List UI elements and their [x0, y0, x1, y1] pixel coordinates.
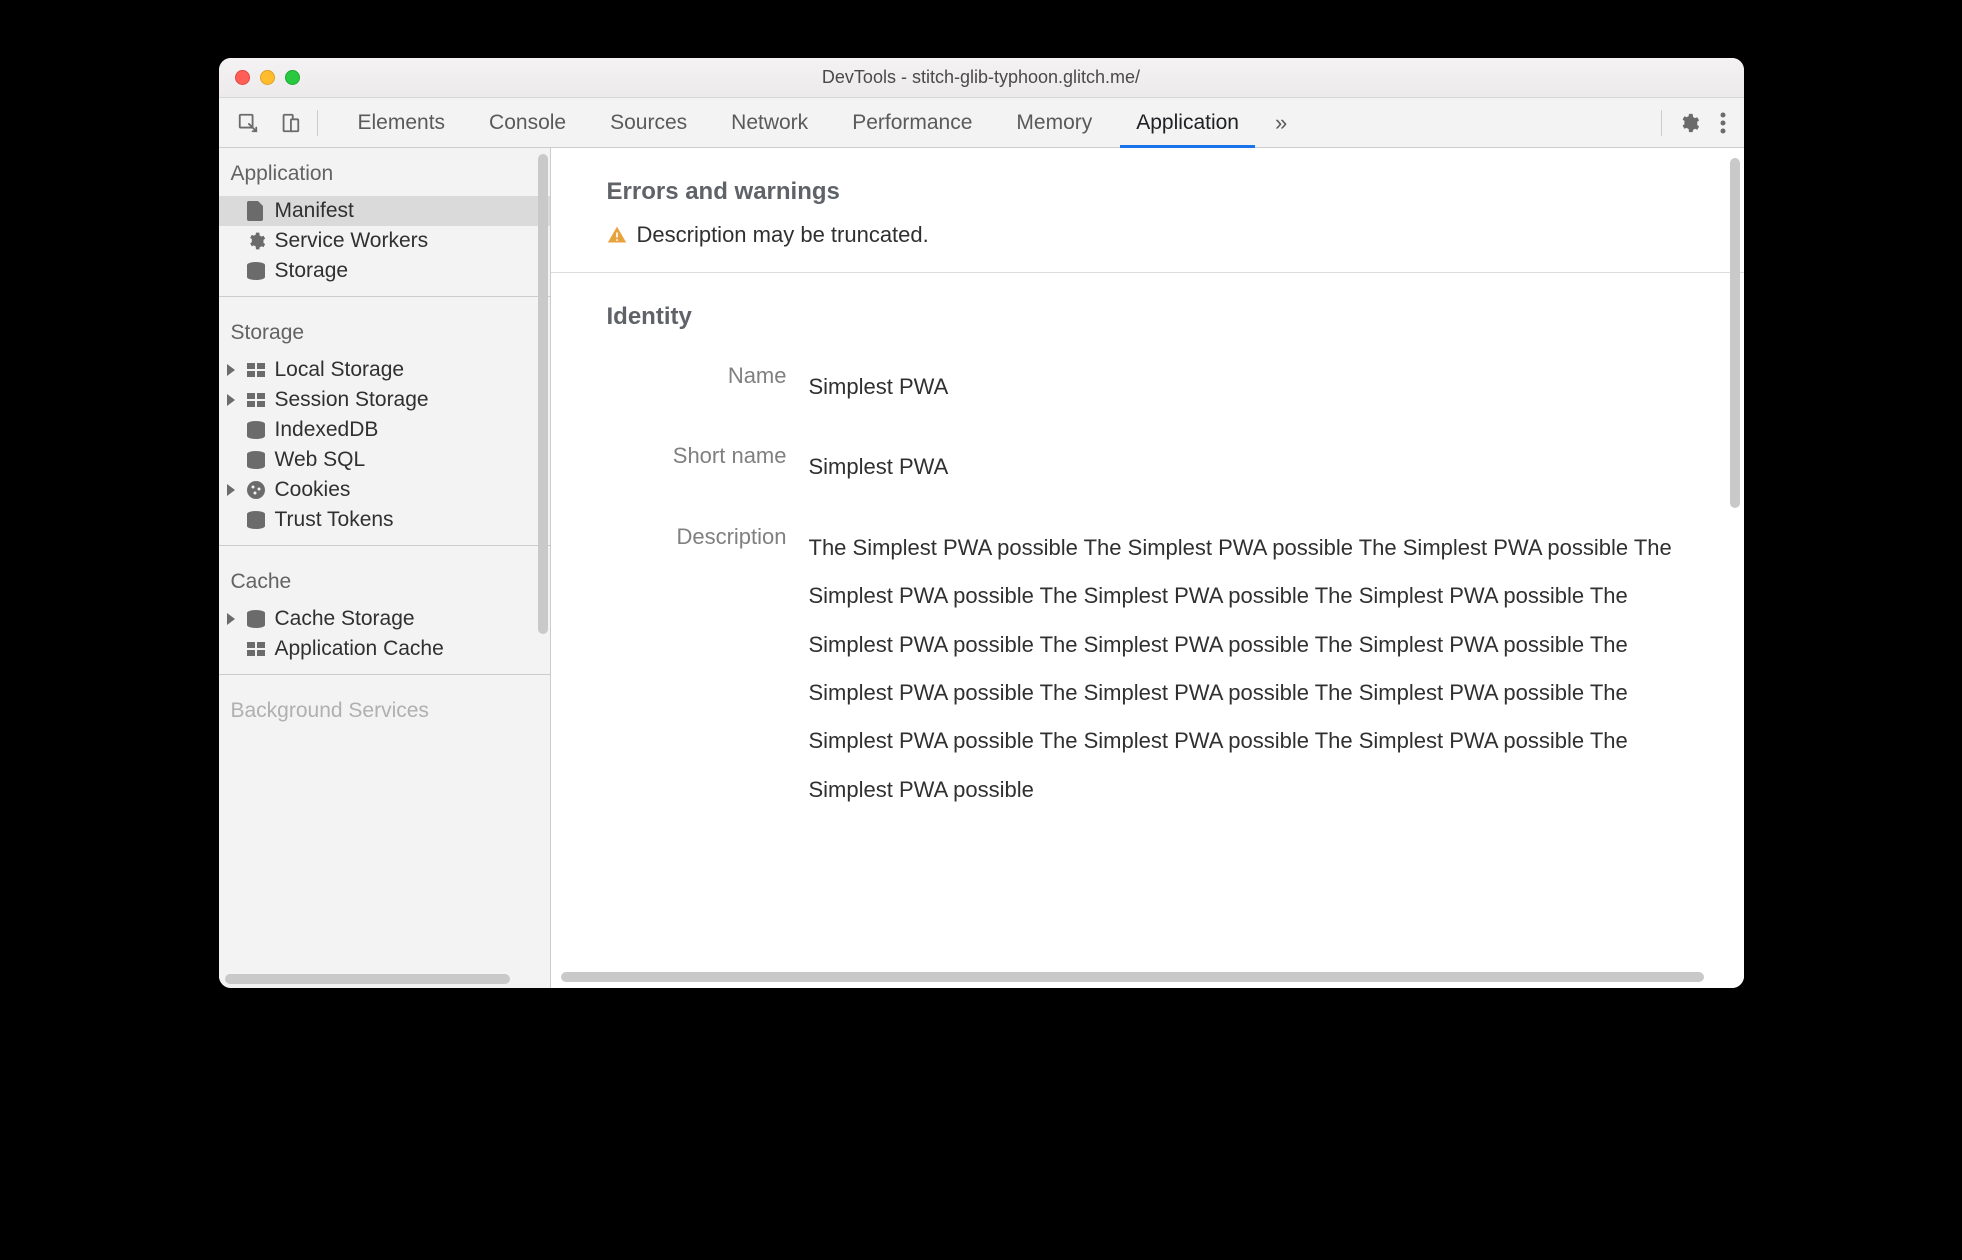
- sidebar-item-label: Session Storage: [275, 388, 429, 412]
- tab-application[interactable]: Application: [1114, 98, 1261, 147]
- sidebar-item-label: Storage: [275, 259, 349, 283]
- db-icon: [245, 260, 267, 282]
- expand-icon[interactable]: [227, 364, 235, 376]
- identity-short-name-label: Short name: [607, 443, 787, 491]
- sidebar-divider: [219, 545, 550, 546]
- titlebar: DevTools - stitch-glib-typhoon.glitch.me…: [219, 58, 1744, 98]
- devtools-window: DevTools - stitch-glib-typhoon.glitch.me…: [219, 58, 1744, 988]
- db-icon: [245, 419, 267, 441]
- sidebar-item-label: Application Cache: [275, 637, 444, 661]
- tab-console[interactable]: Console: [467, 98, 588, 147]
- more-tabs-icon[interactable]: »: [1261, 98, 1301, 147]
- zoom-window-button[interactable]: [285, 70, 300, 85]
- tab-performance[interactable]: Performance: [830, 98, 994, 147]
- sidebar-item-label: Local Storage: [275, 358, 405, 382]
- sidebar-item-label: IndexedDB: [275, 418, 379, 442]
- identity-heading: Identity: [607, 273, 1744, 347]
- kebab-menu-icon[interactable]: [1710, 106, 1736, 140]
- sidebar-group-storage: Storage: [219, 307, 550, 355]
- sidebar-h-scrollbar[interactable]: [225, 974, 510, 984]
- traffic-lights: [219, 70, 300, 85]
- gear-icon: [245, 230, 267, 252]
- toolbar-divider: [317, 110, 318, 136]
- identity-description-value: The Simplest PWA possible The Simplest P…: [809, 524, 1744, 814]
- manifest-panel: Errors and warnings Description may be t…: [551, 148, 1744, 988]
- sidebar-item-manifest[interactable]: Manifest: [219, 196, 550, 226]
- main-scrollbar[interactable]: [1730, 158, 1740, 508]
- sidebar-item-application-cache[interactable]: Application Cache: [219, 634, 550, 664]
- sidebar-divider: [219, 296, 550, 297]
- sidebar-divider: [219, 674, 550, 675]
- sidebar-item-trust-tokens[interactable]: Trust Tokens: [219, 505, 550, 535]
- sidebar-group-cache: Cache: [219, 556, 550, 604]
- sidebar-item-label: Manifest: [275, 199, 354, 223]
- expand-icon[interactable]: [227, 613, 235, 625]
- expand-icon[interactable]: [227, 394, 235, 406]
- sidebar-item-local-storage[interactable]: Local Storage: [219, 355, 550, 385]
- warning-text: Description may be truncated.: [637, 222, 929, 248]
- identity-short-name-value: Simplest PWA: [809, 443, 1744, 491]
- inspect-element-icon[interactable]: [227, 106, 269, 140]
- sidebar-item-label: Cookies: [275, 478, 351, 502]
- identity-description-row: Description The Simplest PWA possible Th…: [607, 508, 1744, 830]
- sidebar-item-label: Service Workers: [275, 229, 429, 253]
- identity-short-name-row: Short name Simplest PWA: [607, 427, 1744, 507]
- tab-network[interactable]: Network: [709, 98, 830, 147]
- grid-icon: [245, 359, 267, 381]
- devtools-toolbar: Elements Console Sources Network Perform…: [219, 98, 1744, 148]
- sidebar-item-storage[interactable]: Storage: [219, 256, 550, 286]
- identity-name-row: Name Simplest PWA: [607, 347, 1744, 427]
- sidebar-item-label: Trust Tokens: [275, 508, 394, 532]
- sidebar-item-label: Cache Storage: [275, 607, 415, 631]
- sidebar-scrollbar[interactable]: [538, 154, 548, 634]
- sidebar-item-cookies[interactable]: Cookies: [219, 475, 550, 505]
- db-icon: [245, 449, 267, 471]
- toolbar-divider: [1661, 110, 1662, 136]
- grid-icon: [245, 389, 267, 411]
- application-sidebar: Application Manifest Service Workers: [219, 148, 551, 988]
- sidebar-item-indexeddb[interactable]: IndexedDB: [219, 415, 550, 445]
- identity-name-value: Simplest PWA: [809, 363, 1744, 411]
- errors-warnings-heading: Errors and warnings: [607, 148, 1744, 222]
- cookie-icon: [245, 479, 267, 501]
- db-icon: [245, 509, 267, 531]
- sidebar-item-label: Web SQL: [275, 448, 366, 472]
- tab-sources[interactable]: Sources: [588, 98, 709, 147]
- sidebar-group-background-services: Background Services: [219, 685, 550, 723]
- sidebar-item-service-workers[interactable]: Service Workers: [219, 226, 550, 256]
- close-window-button[interactable]: [235, 70, 250, 85]
- device-toggle-icon[interactable]: [269, 106, 311, 140]
- expand-icon[interactable]: [227, 484, 235, 496]
- sidebar-item-session-storage[interactable]: Session Storage: [219, 385, 550, 415]
- window-title: DevTools - stitch-glib-typhoon.glitch.me…: [219, 67, 1744, 88]
- file-icon: [245, 200, 267, 222]
- devtools-body: Application Manifest Service Workers: [219, 148, 1744, 988]
- sidebar-item-cache-storage[interactable]: Cache Storage: [219, 604, 550, 634]
- db-icon: [245, 608, 267, 630]
- warning-row: Description may be truncated.: [607, 222, 1744, 272]
- main-h-scrollbar[interactable]: [561, 972, 1704, 982]
- settings-icon[interactable]: [1668, 106, 1710, 140]
- grid-icon: [245, 638, 267, 660]
- warning-icon: [607, 225, 627, 245]
- devtools-tabs: Elements Console Sources Network Perform…: [336, 98, 1302, 147]
- tab-elements[interactable]: Elements: [336, 98, 468, 147]
- sidebar-item-web-sql[interactable]: Web SQL: [219, 445, 550, 475]
- tab-memory[interactable]: Memory: [994, 98, 1114, 147]
- minimize-window-button[interactable]: [260, 70, 275, 85]
- sidebar-group-application: Application: [219, 148, 550, 196]
- identity-name-label: Name: [607, 363, 787, 411]
- identity-description-label: Description: [607, 524, 787, 814]
